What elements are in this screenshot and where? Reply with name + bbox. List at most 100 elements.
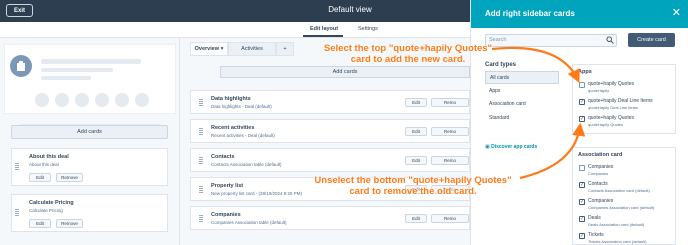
create-card-button[interactable]: Create card <box>628 33 675 47</box>
checkbox-app-quotes-top[interactable] <box>579 82 585 88</box>
option-subtitle: Contacts Association card (default) <box>588 188 650 193</box>
remove-button[interactable]: Remo <box>431 98 469 107</box>
edit-button[interactable]: Edit <box>405 156 427 165</box>
add-cards-button[interactable]: Add cards <box>11 125 168 139</box>
card-type-apps[interactable]: Apps <box>485 85 559 98</box>
sidebar-card: Calculate Pricing Calculate Pricing Edit… <box>11 194 168 232</box>
tab-edit-layout[interactable]: Edit layout <box>310 26 338 32</box>
edit-button[interactable]: Edit <box>405 127 427 136</box>
drag-handle-icon[interactable] <box>15 209 19 217</box>
left-sidebar: Add cards About this deal About this dea… <box>0 38 180 245</box>
panel-header: Add right sidebar cards ✕ <box>471 0 688 28</box>
center-card: Contacts Contacts Association table (def… <box>190 148 470 172</box>
card-type-all[interactable]: All cards <box>485 71 559 84</box>
option-name: quote+hapily Deal Line Items <box>588 98 653 104</box>
placeholder-line <box>41 76 91 80</box>
action-placeholder <box>115 93 129 107</box>
close-icon[interactable]: ✕ <box>672 6 681 19</box>
record-profile-preview <box>4 44 176 114</box>
drag-handle-icon[interactable] <box>199 215 203 223</box>
card-title: Companies <box>211 212 241 218</box>
center-card: Data highlights Data highlights - Deal (… <box>190 90 470 114</box>
option-name: Tickets <box>588 232 604 238</box>
card-title: Data highlights <box>211 96 251 102</box>
edit-button[interactable]: Edit <box>29 173 51 182</box>
card-subtitle: Contacts Association table (default) <box>211 162 282 167</box>
card-title: Recent activities <box>211 125 255 131</box>
card-type-association[interactable]: Association card <box>485 98 559 111</box>
active-tab-indicator <box>303 35 343 37</box>
center-card: Recent activities Recent activities - De… <box>190 119 470 143</box>
placeholder-line <box>41 59 141 64</box>
exit-button[interactable]: Exit <box>6 4 33 17</box>
panel-title: Add right sidebar cards <box>485 9 575 18</box>
drag-handle-icon[interactable] <box>199 128 203 136</box>
edit-button[interactable]: Edit <box>405 98 427 107</box>
add-tab-button[interactable]: + <box>276 42 294 56</box>
tab-activities[interactable]: Activities <box>228 42 276 56</box>
company-icon <box>10 55 32 77</box>
remove-button[interactable]: Remo <box>431 127 469 136</box>
page-title: Default view <box>328 5 372 14</box>
action-placeholder <box>35 93 49 107</box>
option-subtitle: quoteHapily Deal Line Items <box>588 105 639 110</box>
option-name: Companies <box>588 198 614 204</box>
association-section <box>572 147 676 245</box>
apps-heading: Apps <box>578 69 592 75</box>
middle-column: Overview ▾ Activities + Add cards Data h… <box>180 38 470 245</box>
add-cards-button[interactable]: Add cards <box>220 66 470 78</box>
option-subtitle: Companies <box>588 171 609 176</box>
center-card: Companies Companies Association table (d… <box>190 206 470 230</box>
card-title: Contacts <box>211 154 235 160</box>
sidebar-card: About this deal About this deal Edit Rem… <box>11 148 168 186</box>
action-placeholder <box>95 93 109 107</box>
option-name: Deals <box>588 215 601 221</box>
option-name: Contacts <box>588 181 608 187</box>
remove-button[interactable]: Remove <box>56 219 83 228</box>
card-title: About this deal <box>29 154 69 160</box>
card-subtitle: Recent activities - Deal (default) <box>211 133 275 138</box>
tab-settings[interactable]: Settings <box>358 26 378 32</box>
option-name: Companies <box>588 164 614 170</box>
checkbox-app-deal-line-items[interactable]: ✓ <box>579 99 585 105</box>
card-subtitle: Calculate Pricing <box>29 208 63 213</box>
drag-handle-icon[interactable] <box>199 186 203 194</box>
card-title: Property list <box>211 183 244 189</box>
search-icon <box>606 36 614 44</box>
drag-handle-icon[interactable] <box>199 157 203 165</box>
checkbox-assoc-tickets[interactable]: ✓ <box>579 233 585 239</box>
discover-app-cards-link[interactable]: ▣ Discover app cards <box>485 144 537 150</box>
action-placeholder <box>135 93 149 107</box>
tab-overview[interactable]: Overview ▾ <box>190 42 228 56</box>
placeholder-line <box>41 68 113 72</box>
card-subtitle: New property list card - (28/10/2024 9:2… <box>211 191 303 196</box>
checkbox-app-quotes-bottom[interactable]: ✓ <box>579 116 585 122</box>
option-subtitle: quoteHapily Quotes <box>588 122 624 127</box>
edit-button[interactable]: Edit <box>29 219 51 228</box>
card-title: Calculate Pricing <box>29 200 74 206</box>
action-placeholder <box>55 93 69 107</box>
remove-button[interactable]: Remove <box>56 173 83 182</box>
option-subtitle: Tickets Association card (default) <box>588 239 647 244</box>
card-subtitle: About this deal <box>29 162 59 167</box>
remove-button[interactable]: Remo <box>431 214 469 223</box>
add-cards-panel: Add right sidebar cards ✕ Search Create … <box>470 0 688 245</box>
association-heading: Association card <box>578 152 623 158</box>
card-subtitle: Companies Association table (default) <box>211 220 287 225</box>
card-type-standard[interactable]: Standard <box>485 112 559 125</box>
option-name: quote+hapily Quotes <box>588 115 635 121</box>
remove-button[interactable]: Remo <box>431 156 469 165</box>
option-subtitle: Deals Association card (default) <box>588 222 645 227</box>
checkbox-assoc-contacts[interactable]: ✓ <box>579 182 585 188</box>
annotation-top: Select the top "quote+hapily Quotes" car… <box>323 43 493 65</box>
edit-button[interactable]: Edit <box>405 214 427 223</box>
checkbox-assoc-companies[interactable]: ✓ <box>579 199 585 205</box>
drag-handle-icon[interactable] <box>15 163 19 171</box>
option-subtitle: Companies Association card (default) <box>588 205 655 210</box>
drag-handle-icon[interactable] <box>199 99 203 107</box>
option-name: quote+hapily Quotes <box>588 81 635 87</box>
checkbox-assoc-companies-top[interactable] <box>579 165 585 171</box>
checkbox-assoc-deals[interactable]: ✓ <box>579 216 585 222</box>
annotation-bottom: Unselect the bottom "quote+hapily Quotes… <box>314 175 512 197</box>
card-subtitle: Data highlights - Deal (default) <box>211 104 272 109</box>
